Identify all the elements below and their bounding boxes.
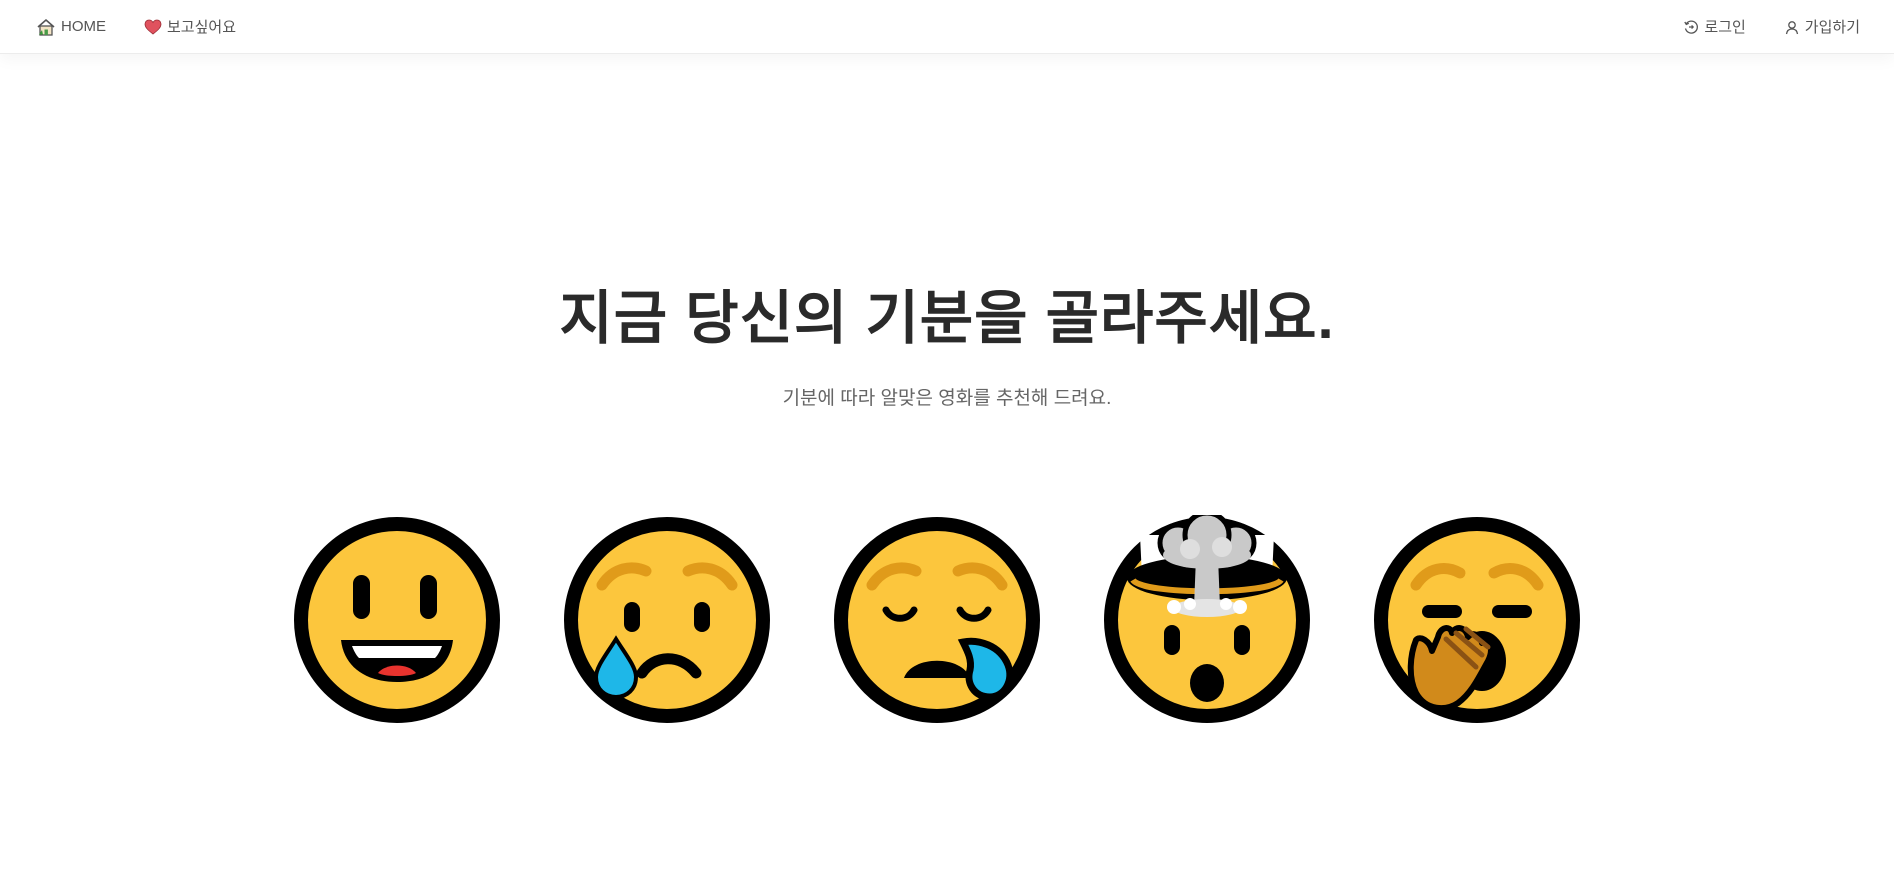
nav-home-link[interactable]: HOME bbox=[36, 18, 106, 36]
sweat-sleepy-face-icon bbox=[834, 517, 1040, 723]
nav-wishlist-link[interactable]: 보고싶어요 bbox=[144, 16, 236, 37]
login-icon bbox=[1683, 19, 1704, 35]
yawning-face-icon bbox=[1374, 517, 1580, 723]
page-subtitle: 기분에 따라 알맞은 영화를 추천해 드려요. bbox=[782, 388, 1112, 409]
nav-left-group: HOME 보고싶어요 bbox=[36, 0, 274, 53]
heart-icon bbox=[144, 19, 167, 35]
nav-login-label: 로그인 bbox=[1704, 19, 1746, 36]
mood-option-happy[interactable] bbox=[292, 515, 502, 725]
mood-option-tired[interactable] bbox=[832, 515, 1042, 725]
user-icon bbox=[1784, 19, 1805, 35]
nav-signup-label: 가입하기 bbox=[1804, 19, 1860, 36]
mood-selector bbox=[0, 515, 1894, 725]
nav-home-label: HOME bbox=[61, 18, 106, 35]
top-navigation-bar: HOME 보고싶어요 로그인 가입하기 bbox=[0, 0, 1894, 54]
mood-option-mind-blown[interactable] bbox=[1102, 515, 1312, 725]
sad-tear-face-icon bbox=[564, 517, 770, 723]
exploding-head-icon bbox=[1104, 515, 1310, 723]
mood-option-bored[interactable] bbox=[1372, 515, 1582, 725]
nav-wishlist-label: 보고싶어요 bbox=[167, 19, 237, 36]
nav-right-group: 로그인 가입하기 bbox=[1645, 0, 1860, 53]
nav-signup-link[interactable]: 가입하기 bbox=[1784, 16, 1860, 37]
nav-login-link[interactable]: 로그인 bbox=[1683, 16, 1746, 37]
home-icon bbox=[36, 18, 61, 36]
page-title: 지금 당신의 기분을 골라주세요. bbox=[559, 286, 1335, 351]
mood-option-sad[interactable] bbox=[562, 515, 772, 725]
grinning-face-icon bbox=[294, 517, 500, 723]
